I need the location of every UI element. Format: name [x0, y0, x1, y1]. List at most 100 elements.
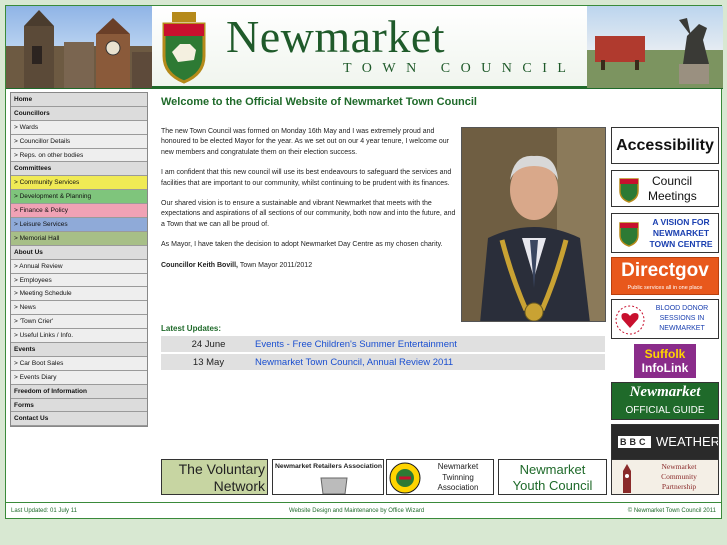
mayor-photo	[461, 127, 606, 322]
council-meetings-link[interactable]: Council Meetings	[611, 170, 719, 207]
sidebar-item-home[interactable]: Home	[11, 93, 147, 107]
sidebar-item-memorial-hall[interactable]: > Memorial Hall	[11, 231, 147, 246]
directgov-logo: Directgov	[621, 260, 709, 281]
message-paragraph: As Mayor, I have taken the decision to a…	[161, 241, 443, 249]
voluntary-network-link[interactable]: The Voluntary Network	[161, 459, 268, 495]
update-link[interactable]: Events - Free Children's Summer Entertai…	[255, 336, 457, 354]
sidebar-item-community-services[interactable]: > Community Services	[11, 176, 147, 191]
sidebar-item-forms[interactable]: Forms	[11, 398, 147, 413]
mayor-name: Councillor Keith Bovill,	[161, 261, 239, 269]
message-paragraph: Our shared vision is to ensure a sustain…	[161, 200, 456, 228]
sidebar-item-wards[interactable]: > Wards	[11, 120, 147, 135]
blood-donor-link[interactable]: BLOOD DONOR SESSIONS IN NEWMARKET	[611, 299, 719, 339]
sidebar-item-finance-policy[interactable]: > Finance & Policy	[11, 204, 147, 219]
voluntary-line2: Network	[213, 478, 265, 494]
blood-line2: SESSIONS IN	[659, 315, 705, 322]
blood-donor-text: BLOOD DONOR SESSIONS IN NEWMARKET	[646, 304, 718, 334]
copyright: © Newmarket Town Council 2011	[627, 508, 716, 514]
vision-town-centre-link[interactable]: A VISION FOR NEWMARKET TOWN CENTRE	[611, 213, 719, 253]
sidebar-item-town-crier[interactable]: > 'Town Crier'	[11, 315, 147, 330]
sidebar-item-about-us[interactable]: About Us	[11, 245, 147, 260]
council-meetings-line1: Council	[652, 174, 693, 188]
partnership-line2: Community	[661, 472, 697, 481]
accessibility-label: Accessibility	[616, 137, 714, 154]
weather-label: WEATHER	[656, 434, 719, 449]
vision-line1: A VISION FOR	[652, 217, 710, 227]
council-crest-icon	[619, 178, 639, 203]
mayor-role: Town Mayor 2011/2012	[238, 261, 313, 269]
update-date: 24 June	[191, 339, 226, 350]
site-footer: Last Updated: 01 July 11 Website Design …	[6, 502, 721, 519]
partnership-line1: Newmarket	[661, 462, 697, 471]
blood-donor-heart-icon	[615, 305, 645, 335]
sidebar-item-events-diary[interactable]: > Events Diary	[11, 370, 147, 385]
design-credit-link[interactable]: Website Design and Maintenance by Office…	[289, 503, 424, 520]
official-guide-link[interactable]: Newmarket OFFICIAL GUIDE	[611, 382, 719, 420]
latest-updates-heading: Latest Updates:	[161, 324, 222, 333]
vision-line3: TOWN CENTRE	[649, 239, 713, 249]
site-header: Newmarket TOWN COUNCIL	[6, 6, 723, 89]
message-paragraph: I am confident that this new council wil…	[161, 169, 452, 187]
twinning-line1: Newmarket	[437, 462, 479, 471]
sidebar-item-meeting-schedule[interactable]: > Meeting Schedule	[11, 287, 147, 302]
mayor-signature: Councillor Keith Bovill, Town Mayor 2011…	[161, 261, 457, 271]
clock-tower-icon	[623, 464, 631, 493]
twinning-line3: Association	[437, 483, 479, 492]
suffolk-line1: Suffolk	[644, 347, 686, 361]
blood-line3: NEWMARKET	[659, 325, 705, 332]
site-title: Newmarket	[226, 11, 446, 62]
page-frame: Newmarket TOWN COUNCIL Home Councillors > …	[5, 5, 723, 519]
sidebar-nav: Home Councillors > Wards > Councillor Detai…	[10, 92, 148, 428]
vision-line2: NEWMARKET	[652, 228, 710, 238]
partnership-text: Newmarket Community Partnership	[640, 462, 718, 492]
sidebar-item-councillors[interactable]: Councillors	[11, 106, 147, 121]
sidebar-item-leisure-services[interactable]: > Leisure Services	[11, 218, 147, 232]
vision-text: A VISION FOR NEWMARKET TOWN CENTRE	[644, 217, 718, 250]
sidebar-item-reps-on-other-bodies[interactable]: > Reps. on other bodies	[11, 148, 147, 163]
directgov-tagline: Public services all in one place	[627, 285, 703, 291]
sidebar-item-news[interactable]: > News	[11, 301, 147, 316]
bbc-logo: BBC	[618, 436, 651, 448]
page-title: Welcome to the Official Website of Newma…	[161, 96, 477, 108]
council-crest-icon	[619, 222, 639, 247]
accessibility-link[interactable]: Accessibility	[611, 127, 719, 164]
twinning-line2: Twinning	[442, 472, 474, 482]
message-paragraph: The new Town Council was formed on Monda…	[161, 128, 449, 156]
last-updated: Last Updated: 01 July 11	[11, 508, 77, 514]
updates-list: 24 June Events - Free Children's Summer E…	[161, 336, 605, 372]
community-partnership-link[interactable]: Newmarket Community Partnership	[611, 459, 719, 495]
sidebar-item-councillor-details[interactable]: > Councillor Details	[11, 134, 147, 149]
church-photo	[6, 6, 152, 88]
retailers-label: Newmarket Retailers Association	[275, 463, 383, 470]
sidebar-item-committees[interactable]: Committees	[11, 162, 147, 177]
mayor-message: The new Town Council was formed on Monda…	[161, 127, 457, 281]
blood-line1: BLOOD DONOR	[655, 305, 709, 312]
sidebar-item-car-boot-sales[interactable]: > Car Boot Sales	[11, 356, 147, 371]
shopping-bag-icon	[320, 477, 348, 494]
update-row: 13 May Newmarket Town Council, Annual Rev…	[161, 354, 605, 372]
directgov-link[interactable]: Directgov Public services all in one pla…	[611, 257, 719, 295]
twinning-association-link[interactable]: Newmarket Twinning Association	[386, 459, 494, 495]
sidebar-item-useful-links-info[interactable]: > Useful Links / Info.	[11, 329, 147, 344]
sidebar-item-events[interactable]: Events	[11, 343, 147, 357]
suffolk-line2: InfoLink	[641, 361, 689, 375]
site-subtitle: TOWN COUNCIL	[343, 61, 577, 76]
sidebar-item-contact-us[interactable]: Contact Us	[11, 412, 147, 427]
update-row: 24 June Events - Free Children's Summer E…	[161, 336, 605, 354]
youth-council-link[interactable]: Newmarket Youth Council	[498, 459, 607, 495]
youth-line1: Newmarket	[519, 462, 586, 477]
twinning-emblem-icon	[389, 462, 421, 494]
bbc-weather-link[interactable]: BBC WEATHER	[611, 424, 719, 460]
suffolk-infolink-link[interactable]: Suffolk InfoLink	[611, 342, 719, 380]
guide-title: Newmarket	[629, 384, 701, 400]
sidebar-item-development-planning[interactable]: > Development & Planning	[11, 190, 147, 205]
retailers-association-link[interactable]: Newmarket Retailers Association	[272, 459, 384, 495]
update-link[interactable]: Newmarket Town Council, Annual Review 20…	[255, 354, 453, 372]
partnership-line3: Partnership	[661, 482, 697, 491]
council-meetings-line2: Meetings	[648, 189, 697, 203]
sidebar-item-annual-review[interactable]: > Annual Review	[11, 259, 147, 274]
sidebar-item-employees[interactable]: > Employees	[11, 273, 147, 288]
sidebar-item-freedom-of-information[interactable]: Freedom of Information	[11, 384, 147, 399]
youth-line2: Youth Council	[512, 478, 593, 493]
voluntary-line1: The Voluntary	[178, 461, 265, 477]
